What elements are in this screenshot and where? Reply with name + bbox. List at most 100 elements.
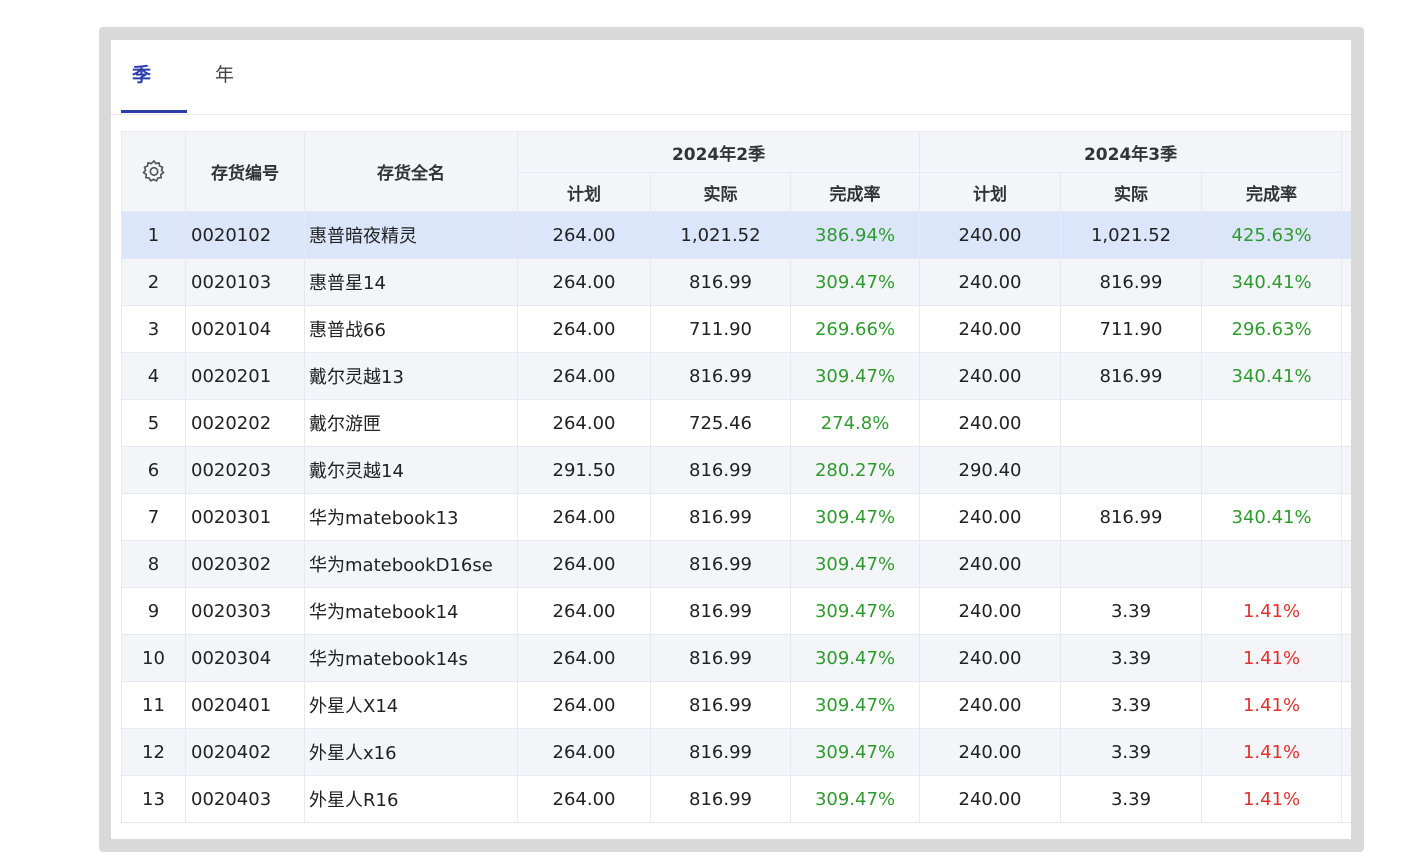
tab-year[interactable]: 年 [215, 64, 234, 86]
col-header-q3-plan[interactable]: 计划 [919, 172, 1062, 212]
cell-q3-actual: 3.39 [1060, 681, 1203, 729]
cell-q3-plan: 240.00 [919, 540, 1062, 588]
inventory-plan-table: 存货编号 存货全名 2024年2季 2024年3季 计划 实际 完成率 计划 实… [121, 131, 1351, 823]
table-row[interactable]: 11 0020401 外星人X14 264.00 816.99 309.47% 240.00… [121, 681, 1351, 729]
cell-q2-actual: 816.99 [650, 775, 791, 823]
cell-q3-rate: 1.41% [1201, 728, 1343, 776]
tab-quarter[interactable]: 季 [132, 64, 151, 86]
cell-name: 戴尔游匣 [304, 399, 518, 447]
cell-q3-actual [1060, 399, 1203, 447]
period-tabs: 季 年 [111, 40, 1351, 115]
row-index: 11 [121, 681, 186, 729]
cell-overflow [1341, 305, 1351, 353]
table-row[interactable]: 2 0020103 惠普星14 264.00 816.99 309.47% 240.00 81… [121, 258, 1351, 306]
cell-q3-actual: 816.99 [1060, 352, 1203, 400]
overflow-header-cell [1341, 131, 1351, 212]
cell-code: 0020402 [185, 728, 305, 776]
cell-code: 0020202 [185, 399, 305, 447]
cell-q2-actual: 816.99 [650, 587, 791, 635]
cell-code: 0020401 [185, 681, 305, 729]
report-panel: 季 年 存货编号 存货全名 2024年2季 2024年3季 计划 实际 完成率 … [111, 40, 1351, 839]
cell-overflow [1341, 728, 1351, 776]
row-index: 6 [121, 446, 186, 494]
cell-code: 0020203 [185, 446, 305, 494]
cell-q3-actual: 816.99 [1060, 493, 1203, 541]
cell-q3-actual: 3.39 [1060, 587, 1203, 635]
col-header-name[interactable]: 存货全名 [304, 131, 518, 212]
cell-q2-rate: 309.47% [789, 681, 921, 729]
table-row[interactable]: 12 0020402 外星人x16 264.00 816.99 309.47% 240.00… [121, 728, 1351, 776]
table-row[interactable]: 7 0020301 华为matebook13 264.00 816.99 309.47% 2… [121, 493, 1351, 541]
cell-q2-plan: 264.00 [517, 352, 651, 400]
row-index: 9 [121, 587, 186, 635]
table-row[interactable]: 4 0020201 戴尔灵越13 264.00 816.99 309.47% 240.00 8… [121, 352, 1351, 400]
table-row[interactable]: 6 0020203 戴尔灵越14 291.50 816.99 280.27% 290.40 [121, 446, 1351, 494]
cell-q2-plan: 264.00 [517, 681, 651, 729]
screenshot-frame: 季 年 存货编号 存货全名 2024年2季 2024年3季 计划 实际 完成率 … [99, 27, 1364, 852]
cell-code: 0020104 [185, 305, 305, 353]
cell-q3-actual: 3.39 [1060, 775, 1203, 823]
cell-q2-rate: 269.66% [789, 305, 921, 353]
cell-q2-actual: 1,021.52 [650, 211, 791, 259]
cell-overflow [1341, 258, 1351, 306]
cell-q2-plan: 291.50 [517, 446, 651, 494]
cell-q2-actual: 816.99 [650, 352, 791, 400]
row-index: 1 [121, 211, 186, 259]
cell-q3-actual [1060, 540, 1203, 588]
row-index: 13 [121, 775, 186, 823]
cell-q2-rate: 309.47% [789, 775, 921, 823]
cell-overflow [1341, 775, 1351, 823]
cell-q2-actual: 725.46 [650, 399, 791, 447]
table-row[interactable]: 8 0020302 华为matebookD16se 264.00 816.99 309.4… [121, 540, 1351, 588]
col-header-q2-actual[interactable]: 实际 [650, 172, 791, 212]
cell-q3-rate [1201, 399, 1343, 447]
cell-q3-plan: 240.00 [919, 728, 1062, 776]
cell-q2-actual: 816.99 [650, 493, 791, 541]
row-index: 4 [121, 352, 186, 400]
cell-q2-actual: 816.99 [650, 681, 791, 729]
cell-overflow [1341, 540, 1351, 588]
cell-q3-actual: 1,021.52 [1060, 211, 1203, 259]
table-row[interactable]: 10 0020304 华为matebook14s 264.00 816.99 309.47… [121, 634, 1351, 682]
row-index: 3 [121, 305, 186, 353]
table-row[interactable]: 3 0020104 惠普战66 264.00 711.90 269.66% 240.00 71… [121, 305, 1351, 353]
cell-q3-plan: 240.00 [919, 211, 1062, 259]
cell-overflow [1341, 681, 1351, 729]
cell-overflow [1341, 493, 1351, 541]
col-header-code[interactable]: 存货编号 [185, 131, 305, 212]
cell-name: 外星人x16 [304, 728, 518, 776]
cell-q3-actual: 816.99 [1060, 258, 1203, 306]
row-index: 10 [121, 634, 186, 682]
col-header-q2-plan[interactable]: 计划 [517, 172, 651, 212]
table-container[interactable]: 存货编号 存货全名 2024年2季 2024年3季 计划 实际 完成率 计划 实… [121, 131, 1351, 839]
cell-q2-rate: 309.47% [789, 493, 921, 541]
cell-overflow [1341, 446, 1351, 494]
cell-q3-rate: 425.63% [1201, 211, 1343, 259]
cell-name: 外星人X14 [304, 681, 518, 729]
cell-q3-rate: 340.41% [1201, 493, 1343, 541]
cell-q3-rate: 1.41% [1201, 587, 1343, 635]
cell-q2-actual: 711.90 [650, 305, 791, 353]
col-header-q3-rate[interactable]: 完成率 [1201, 172, 1343, 212]
cell-name: 戴尔灵越13 [304, 352, 518, 400]
cell-q3-actual: 3.39 [1060, 634, 1203, 682]
table-row[interactable]: 9 0020303 华为matebook14 264.00 816.99 309.47% 2… [121, 587, 1351, 635]
cell-code: 0020302 [185, 540, 305, 588]
cell-q2-plan: 264.00 [517, 634, 651, 682]
cell-q3-plan: 240.00 [919, 634, 1062, 682]
gear-icon[interactable] [140, 158, 168, 186]
cell-q2-plan: 264.00 [517, 540, 651, 588]
cell-q3-rate: 340.41% [1201, 258, 1343, 306]
cell-overflow [1341, 211, 1351, 259]
cell-q2-plan: 264.00 [517, 775, 651, 823]
col-header-q2-rate[interactable]: 完成率 [789, 172, 921, 212]
table-row[interactable]: 13 0020403 外星人R16 264.00 816.99 309.47% 240.00… [121, 775, 1351, 823]
cell-q2-plan: 264.00 [517, 258, 651, 306]
col-header-q3-actual[interactable]: 实际 [1060, 172, 1203, 212]
cell-code: 0020301 [185, 493, 305, 541]
table-row[interactable]: 1 0020102 惠普暗夜精灵 264.00 1,021.52 386.94% 240.0… [121, 211, 1351, 259]
cell-q3-plan: 240.00 [919, 258, 1062, 306]
table-row[interactable]: 5 0020202 戴尔游匣 264.00 725.46 274.8% 240.00 [121, 399, 1351, 447]
cell-q2-rate: 309.47% [789, 634, 921, 682]
cell-q2-plan: 264.00 [517, 493, 651, 541]
